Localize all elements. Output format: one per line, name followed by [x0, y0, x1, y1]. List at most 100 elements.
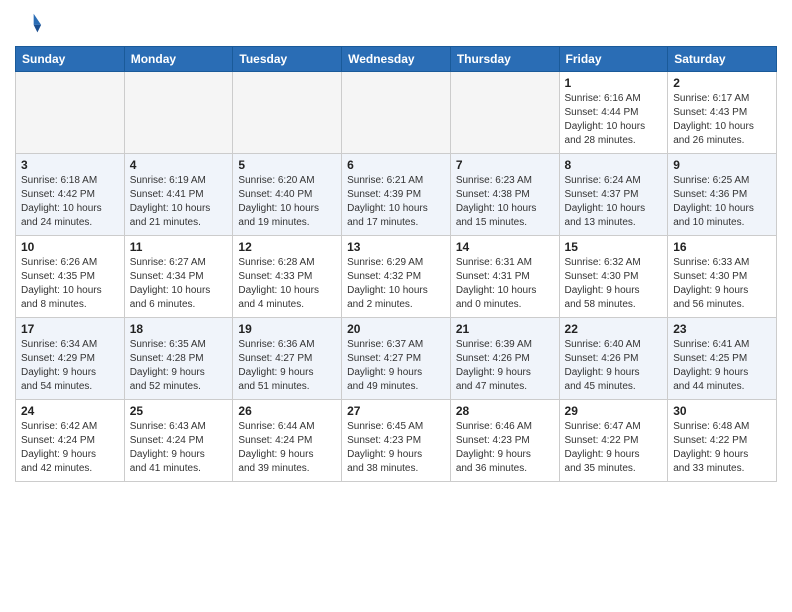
- day-info: Sunrise: 6:28 AMSunset: 4:33 PMDaylight:…: [238, 256, 336, 312]
- day-number: 11: [130, 240, 228, 254]
- calendar-week-2: 3Sunrise: 6:18 AMSunset: 4:42 PMDaylight…: [16, 154, 777, 236]
- calendar-cell: 6Sunrise: 6:21 AMSunset: 4:39 PMDaylight…: [342, 154, 451, 236]
- day-info: Sunrise: 6:40 AMSunset: 4:26 PMDaylight:…: [565, 338, 663, 394]
- calendar-cell: 2 Sunrise: 6:17 AMSunset: 4:43 PMDaylight…: [668, 72, 777, 154]
- calendar-cell: 15 Sunrise: 6:32 AMSunset: 4:30 PMDayligh…: [559, 236, 668, 318]
- day-header-thursday: Thursday: [450, 47, 559, 72]
- day-number: 24: [21, 404, 119, 418]
- calendar-cell: 8 Sunrise: 6:24 AMSunset: 4:37 PMDaylight…: [559, 154, 668, 236]
- day-info: Sunrise: 6:46 AMSunset: 4:23 PMDaylight:…: [456, 420, 554, 476]
- day-header-monday: Monday: [124, 47, 233, 72]
- day-number: 9: [673, 158, 771, 172]
- calendar-cell: 5 Sunrise: 6:20 AMSunset: 4:40 PMDaylight…: [233, 154, 342, 236]
- calendar-cell: 11Sunrise: 6:27 AMSunset: 4:34 PMDayligh…: [124, 236, 233, 318]
- day-info: Sunrise: 6:35 AMSunset: 4:28 PMDaylight:…: [130, 338, 228, 394]
- day-info: Sunrise: 6:16 AMSunset: 4:44 PMDaylight:…: [565, 92, 663, 148]
- day-info: Sunrise: 6:23 AMSunset: 4:38 PMDaylight:…: [456, 174, 554, 230]
- calendar-cell: 13Sunrise: 6:29 AMSunset: 4:32 PMDayligh…: [342, 236, 451, 318]
- calendar-cell: 9Sunrise: 6:25 AMSunset: 4:36 PMDaylight…: [668, 154, 777, 236]
- day-number: 18: [130, 322, 228, 336]
- day-info: Sunrise: 6:24 AMSunset: 4:37 PMDaylight:…: [565, 174, 663, 230]
- day-number: 1: [565, 76, 663, 90]
- day-info: Sunrise: 6:31 AMSunset: 4:31 PMDaylight:…: [456, 256, 554, 312]
- day-info: Sunrise: 6:18 AMSunset: 4:42 PMDaylight:…: [21, 174, 119, 230]
- calendar-cell: 20 Sunrise: 6:37 AMSunset: 4:27 PMDayligh…: [342, 318, 451, 400]
- day-number: 8: [565, 158, 663, 172]
- day-number: 28: [456, 404, 554, 418]
- day-info: Sunrise: 6:33 AMSunset: 4:30 PMDaylight:…: [673, 256, 771, 312]
- calendar-cell: 3Sunrise: 6:18 AMSunset: 4:42 PMDaylight…: [16, 154, 125, 236]
- day-info: Sunrise: 6:48 AMSunset: 4:22 PMDaylight:…: [673, 420, 771, 476]
- day-info: Sunrise: 6:21 AMSunset: 4:39 PMDaylight:…: [347, 174, 445, 230]
- day-info: Sunrise: 6:17 AMSunset: 4:43 PMDaylight:…: [673, 92, 771, 148]
- day-info: Sunrise: 6:32 AMSunset: 4:30 PMDaylight:…: [565, 256, 663, 312]
- day-number: 20: [347, 322, 445, 336]
- day-number: 21: [456, 322, 554, 336]
- calendar-cell: 21 Sunrise: 6:39 AMSunset: 4:26 PMDayligh…: [450, 318, 559, 400]
- calendar: SundayMondayTuesdayWednesdayThursdayFrid…: [15, 46, 777, 482]
- day-number: 14: [456, 240, 554, 254]
- calendar-cell: 17 Sunrise: 6:34 AMSunset: 4:29 PMDayligh…: [16, 318, 125, 400]
- calendar-cell: 22 Sunrise: 6:40 AMSunset: 4:26 PMDayligh…: [559, 318, 668, 400]
- day-number: 26: [238, 404, 336, 418]
- day-number: 19: [238, 322, 336, 336]
- day-info: Sunrise: 6:39 AMSunset: 4:26 PMDaylight:…: [456, 338, 554, 394]
- calendar-cell: 19 Sunrise: 6:36 AMSunset: 4:27 PMDayligh…: [233, 318, 342, 400]
- calendar-cell: 18 Sunrise: 6:35 AMSunset: 4:28 PMDayligh…: [124, 318, 233, 400]
- day-number: 25: [130, 404, 228, 418]
- day-header-friday: Friday: [559, 47, 668, 72]
- calendar-cell: 1 Sunrise: 6:16 AMSunset: 4:44 PMDaylight…: [559, 72, 668, 154]
- calendar-cell: 27 Sunrise: 6:45 AMSunset: 4:23 PMDayligh…: [342, 400, 451, 482]
- day-number: 30: [673, 404, 771, 418]
- calendar-week-4: 17 Sunrise: 6:34 AMSunset: 4:29 PMDayligh…: [16, 318, 777, 400]
- day-info: Sunrise: 6:43 AMSunset: 4:24 PMDaylight:…: [130, 420, 228, 476]
- calendar-cell: 16 Sunrise: 6:33 AMSunset: 4:30 PMDayligh…: [668, 236, 777, 318]
- day-info: Sunrise: 6:26 AMSunset: 4:35 PMDaylight:…: [21, 256, 119, 312]
- page: SundayMondayTuesdayWednesdayThursdayFrid…: [0, 0, 792, 492]
- day-info: Sunrise: 6:34 AMSunset: 4:29 PMDaylight:…: [21, 338, 119, 394]
- day-info: Sunrise: 6:45 AMSunset: 4:23 PMDaylight:…: [347, 420, 445, 476]
- calendar-cell: 26 Sunrise: 6:44 AMSunset: 4:24 PMDayligh…: [233, 400, 342, 482]
- calendar-cell: [450, 72, 559, 154]
- calendar-cell: [233, 72, 342, 154]
- day-info: Sunrise: 6:20 AMSunset: 4:40 PMDaylight:…: [238, 174, 336, 230]
- day-header-tuesday: Tuesday: [233, 47, 342, 72]
- day-number: 29: [565, 404, 663, 418]
- calendar-cell: [124, 72, 233, 154]
- day-info: Sunrise: 6:44 AMSunset: 4:24 PMDaylight:…: [238, 420, 336, 476]
- day-number: 13: [347, 240, 445, 254]
- calendar-cell: 12 Sunrise: 6:28 AMSunset: 4:33 PMDayligh…: [233, 236, 342, 318]
- calendar-header-row: SundayMondayTuesdayWednesdayThursdayFrid…: [16, 47, 777, 72]
- day-number: 22: [565, 322, 663, 336]
- day-number: 7: [456, 158, 554, 172]
- header: [15, 10, 777, 38]
- day-number: 10: [21, 240, 119, 254]
- day-info: Sunrise: 6:42 AMSunset: 4:24 PMDaylight:…: [21, 420, 119, 476]
- calendar-cell: 24 Sunrise: 6:42 AMSunset: 4:24 PMDayligh…: [16, 400, 125, 482]
- calendar-cell: 4Sunrise: 6:19 AMSunset: 4:41 PMDaylight…: [124, 154, 233, 236]
- day-header-wednesday: Wednesday: [342, 47, 451, 72]
- day-number: 5: [238, 158, 336, 172]
- day-number: 12: [238, 240, 336, 254]
- calendar-cell: 29Sunrise: 6:47 AMSunset: 4:22 PMDayligh…: [559, 400, 668, 482]
- calendar-cell: 28 Sunrise: 6:46 AMSunset: 4:23 PMDayligh…: [450, 400, 559, 482]
- calendar-cell: 30 Sunrise: 6:48 AMSunset: 4:22 PMDayligh…: [668, 400, 777, 482]
- day-info: Sunrise: 6:41 AMSunset: 4:25 PMDaylight:…: [673, 338, 771, 394]
- calendar-cell: [16, 72, 125, 154]
- day-number: 15: [565, 240, 663, 254]
- day-info: Sunrise: 6:37 AMSunset: 4:27 PMDaylight:…: [347, 338, 445, 394]
- day-number: 2: [673, 76, 771, 90]
- calendar-cell: 14 Sunrise: 6:31 AMSunset: 4:31 PMDayligh…: [450, 236, 559, 318]
- day-number: 27: [347, 404, 445, 418]
- logo-icon: [15, 10, 43, 38]
- calendar-cell: 23Sunrise: 6:41 AMSunset: 4:25 PMDayligh…: [668, 318, 777, 400]
- day-number: 17: [21, 322, 119, 336]
- calendar-cell: 10 Sunrise: 6:26 AMSunset: 4:35 PMDayligh…: [16, 236, 125, 318]
- day-header-sunday: Sunday: [16, 47, 125, 72]
- day-info: Sunrise: 6:36 AMSunset: 4:27 PMDaylight:…: [238, 338, 336, 394]
- calendar-cell: [342, 72, 451, 154]
- day-number: 4: [130, 158, 228, 172]
- day-header-saturday: Saturday: [668, 47, 777, 72]
- day-number: 16: [673, 240, 771, 254]
- calendar-week-1: 1 Sunrise: 6:16 AMSunset: 4:44 PMDaylight…: [16, 72, 777, 154]
